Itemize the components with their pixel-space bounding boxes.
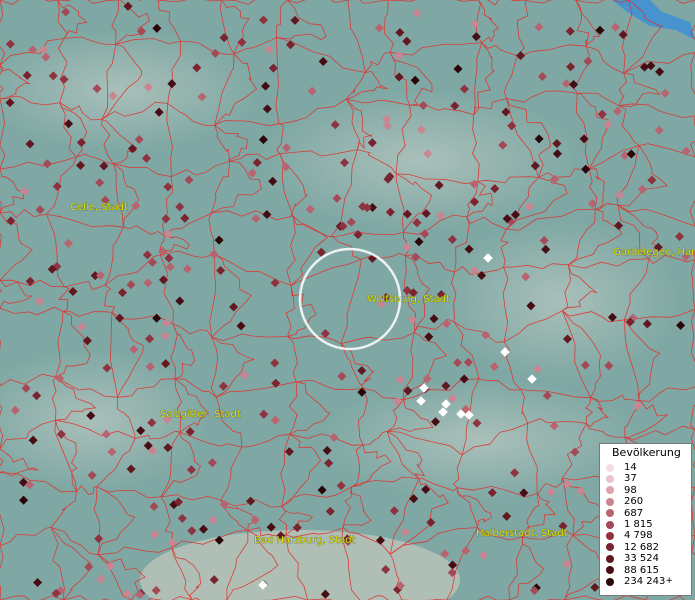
- legend-label: 1 815: [624, 518, 653, 530]
- town-label-gardelegen: Gardelegen, Han: [613, 247, 695, 258]
- legend-swatch: [606, 532, 614, 541]
- legend-label: 14: [624, 462, 637, 473]
- legend-item: 687: [604, 508, 687, 519]
- legend-label: 687: [624, 507, 644, 519]
- map-canvas[interactable]: Celle, Stadt Wolfsburg, Stadt Gardelegen…: [0, 0, 695, 600]
- legend-swatch: [606, 497, 614, 506]
- legend-item: 4 798: [604, 530, 687, 541]
- legend-swatch: [606, 475, 614, 484]
- legend-label: 234 243: [624, 575, 666, 587]
- legend-title: Bevölkerung: [612, 446, 681, 459]
- legend-label: 12 682: [624, 541, 659, 553]
- population-legend: Bevölkerung 14 37 98 260 687 1 815 4 798 12 682…: [599, 443, 692, 596]
- legend-item: 33 524: [604, 553, 687, 564]
- legend-swatch: [606, 520, 614, 529]
- legend-item: 37: [604, 473, 687, 484]
- town-label-wolfsburg: Wolfsburg, Stadt: [367, 294, 450, 305]
- town-label-salzgitter: Salzgitter, Stadt: [160, 409, 241, 420]
- legend-item: 1 815: [604, 519, 687, 530]
- legend-item: 260: [604, 496, 687, 507]
- legend-swatch: [606, 509, 614, 518]
- legend-label: 260: [624, 496, 644, 508]
- legend-swatch: [606, 486, 614, 495]
- legend-label: 4 798: [624, 530, 653, 542]
- legend-label: 98: [624, 484, 637, 496]
- legend-item: 14: [604, 462, 687, 473]
- legend-swatch: [606, 463, 614, 472]
- town-label-bad-harzburg: Bad Harzburg, Stadt: [254, 535, 356, 546]
- town-label-halberstadt: Halberstadt, Stadt: [476, 528, 568, 539]
- town-label-celle: Celle, Stadt: [70, 202, 128, 213]
- legend-swatch: [606, 554, 614, 563]
- legend-item: 88 615: [604, 565, 687, 576]
- legend-label: 88 615: [624, 564, 659, 576]
- legend-swatch: [606, 577, 614, 586]
- legend-label: 37: [624, 473, 637, 485]
- legend-plus: +: [665, 575, 673, 586]
- legend-item: 12 682: [604, 542, 687, 553]
- legend-label: 33 524: [624, 553, 659, 565]
- legend-item: 98: [604, 485, 687, 496]
- legend-item: 234 243 +: [604, 576, 687, 587]
- legend-swatch: [606, 543, 614, 552]
- legend-swatch: [606, 566, 614, 575]
